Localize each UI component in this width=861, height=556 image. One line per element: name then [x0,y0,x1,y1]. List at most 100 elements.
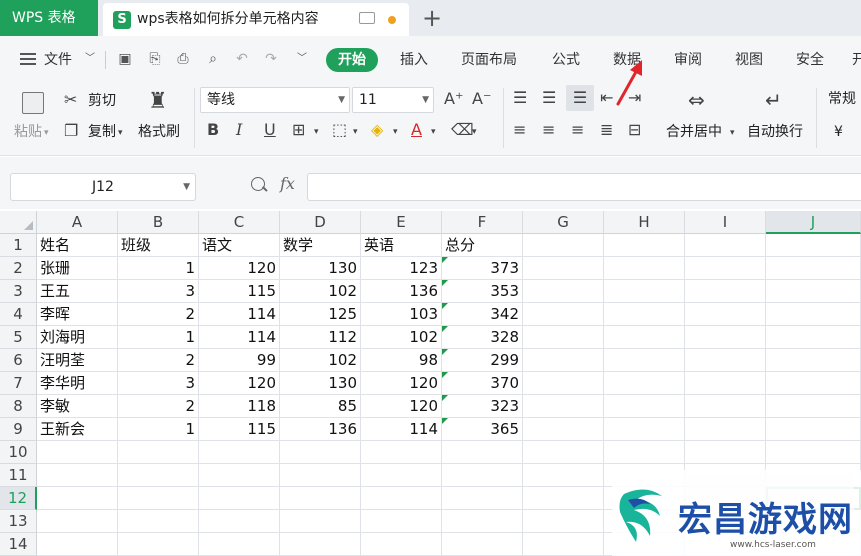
cell-f8[interactable]: 323 [442,395,523,418]
cell-f11[interactable] [442,464,523,487]
cell-i6[interactable] [685,349,766,372]
cell-i7[interactable] [685,372,766,395]
clear-chevron-icon[interactable]: ▾ [472,123,477,141]
cell-a1[interactable]: 姓名 [37,234,118,257]
cell-c13[interactable] [199,510,280,533]
print-preview-icon[interactable]: ⌕ [205,51,221,67]
cell-f1[interactable]: 总分 [442,234,523,257]
cell-g5[interactable] [523,326,604,349]
cell-i8[interactable] [685,395,766,418]
chevron-down-icon[interactable]: ﹀ [82,51,98,67]
scissors-icon[interactable]: ✂ [64,91,77,109]
cell-i3[interactable] [685,280,766,303]
font-color-icon[interactable]: A [411,121,422,139]
cell-f2[interactable]: 373 [442,257,523,280]
tab-view[interactable]: 视图 [735,49,763,71]
cell-g3[interactable] [523,280,604,303]
align-bottom-icon[interactable]: ☰ [566,85,594,111]
justify-icon[interactable]: ≣ [600,121,613,139]
cell-f7[interactable]: 370 [442,372,523,395]
file-menu[interactable]: 文件 [44,49,72,71]
column-header-g[interactable]: G [523,211,604,234]
cell-j6[interactable] [766,349,861,372]
cell-h5[interactable] [604,326,685,349]
cell-c12[interactable] [199,487,280,510]
cell-e4[interactable]: 103 [361,303,442,326]
cell-d5[interactable]: 112 [280,326,361,349]
cell-c7[interactable]: 120 [199,372,280,395]
cell-a10[interactable] [37,441,118,464]
cell-a5[interactable]: 刘海明 [37,326,118,349]
name-box[interactable]: J12 ▼ [10,173,196,201]
italic-icon[interactable]: I [236,121,242,139]
distributed-align-icon[interactable]: ⊟ [628,121,641,139]
copy-button[interactable]: 复制 [88,123,116,141]
tab-security[interactable]: 安全 [796,49,824,71]
cut-button[interactable]: 剪切 [88,92,116,110]
app-tab[interactable]: WPS 表格 [0,0,98,36]
cell-g10[interactable] [523,441,604,464]
cell-d3[interactable]: 102 [280,280,361,303]
paste-clipboard-icon[interactable] [22,92,44,114]
cell-a4[interactable]: 李晖 [37,303,118,326]
row-header-2[interactable]: 2 [0,257,37,280]
print-icon[interactable]: ⎙ [175,51,191,67]
cell-a7[interactable]: 李华明 [37,372,118,395]
row-header-5[interactable]: 5 [0,326,37,349]
column-header-c[interactable]: C [199,211,280,234]
cell-d6[interactable]: 102 [280,349,361,372]
cell-j7[interactable] [766,372,861,395]
formula-input[interactable] [307,173,861,201]
cell-c5[interactable]: 114 [199,326,280,349]
cell-b5[interactable]: 1 [118,326,199,349]
column-header-b[interactable]: B [118,211,199,234]
column-header-i[interactable]: I [685,211,766,234]
increase-font-size-icon[interactable]: A⁺ [444,90,463,108]
cell-a3[interactable]: 王五 [37,280,118,303]
column-header-e[interactable]: E [361,211,442,234]
cell-j4[interactable] [766,303,861,326]
cell-e6[interactable]: 98 [361,349,442,372]
cell-g4[interactable] [523,303,604,326]
hamburger-menu-icon[interactable] [20,53,36,65]
row-header-1[interactable]: 1 [0,234,37,257]
cell-g11[interactable] [523,464,604,487]
cell-i2[interactable] [685,257,766,280]
cell-e1[interactable]: 英语 [361,234,442,257]
cell-f13[interactable] [442,510,523,533]
cell-b9[interactable]: 1 [118,418,199,441]
borders-icon[interactable]: ⊞ [292,121,305,139]
cell-a11[interactable] [37,464,118,487]
cell-f3[interactable]: 353 [442,280,523,303]
paste-button[interactable]: 粘贴 [14,123,42,141]
format-painter-button[interactable]: 格式刷 [138,123,180,141]
cell-d10[interactable] [280,441,361,464]
paste-chevron-icon[interactable]: ▾ [44,124,49,142]
cell-b8[interactable]: 2 [118,395,199,418]
cell-b14[interactable] [118,533,199,556]
cell-g2[interactable] [523,257,604,280]
cell-f12[interactable] [442,487,523,510]
cell-h6[interactable] [604,349,685,372]
row-header-11[interactable]: 11 [0,464,37,487]
tab-insert[interactable]: 插入 [400,49,428,71]
cell-b13[interactable] [118,510,199,533]
cell-d4[interactable]: 125 [280,303,361,326]
document-tab[interactable]: S wps表格如何拆分单元格内容 [103,3,409,36]
cell-c2[interactable]: 120 [199,257,280,280]
cell-e5[interactable]: 102 [361,326,442,349]
cell-c3[interactable]: 115 [199,280,280,303]
export-pdf-icon[interactable]: ⎘ [147,51,163,67]
cell-d11[interactable] [280,464,361,487]
cell-h9[interactable] [604,418,685,441]
row-header-6[interactable]: 6 [0,349,37,372]
align-left-icon[interactable]: ≡ [513,121,526,139]
cell-i10[interactable] [685,441,766,464]
copy-icon[interactable]: ❐ [64,122,78,140]
borders-chevron-icon[interactable]: ▾ [314,123,319,141]
monitor-icon[interactable] [359,12,375,24]
cell-e7[interactable]: 120 [361,372,442,395]
redo-icon[interactable]: ↷ [263,51,279,67]
row-header-4[interactable]: 4 [0,303,37,326]
wrap-text-icon[interactable]: ↵ [765,90,782,110]
